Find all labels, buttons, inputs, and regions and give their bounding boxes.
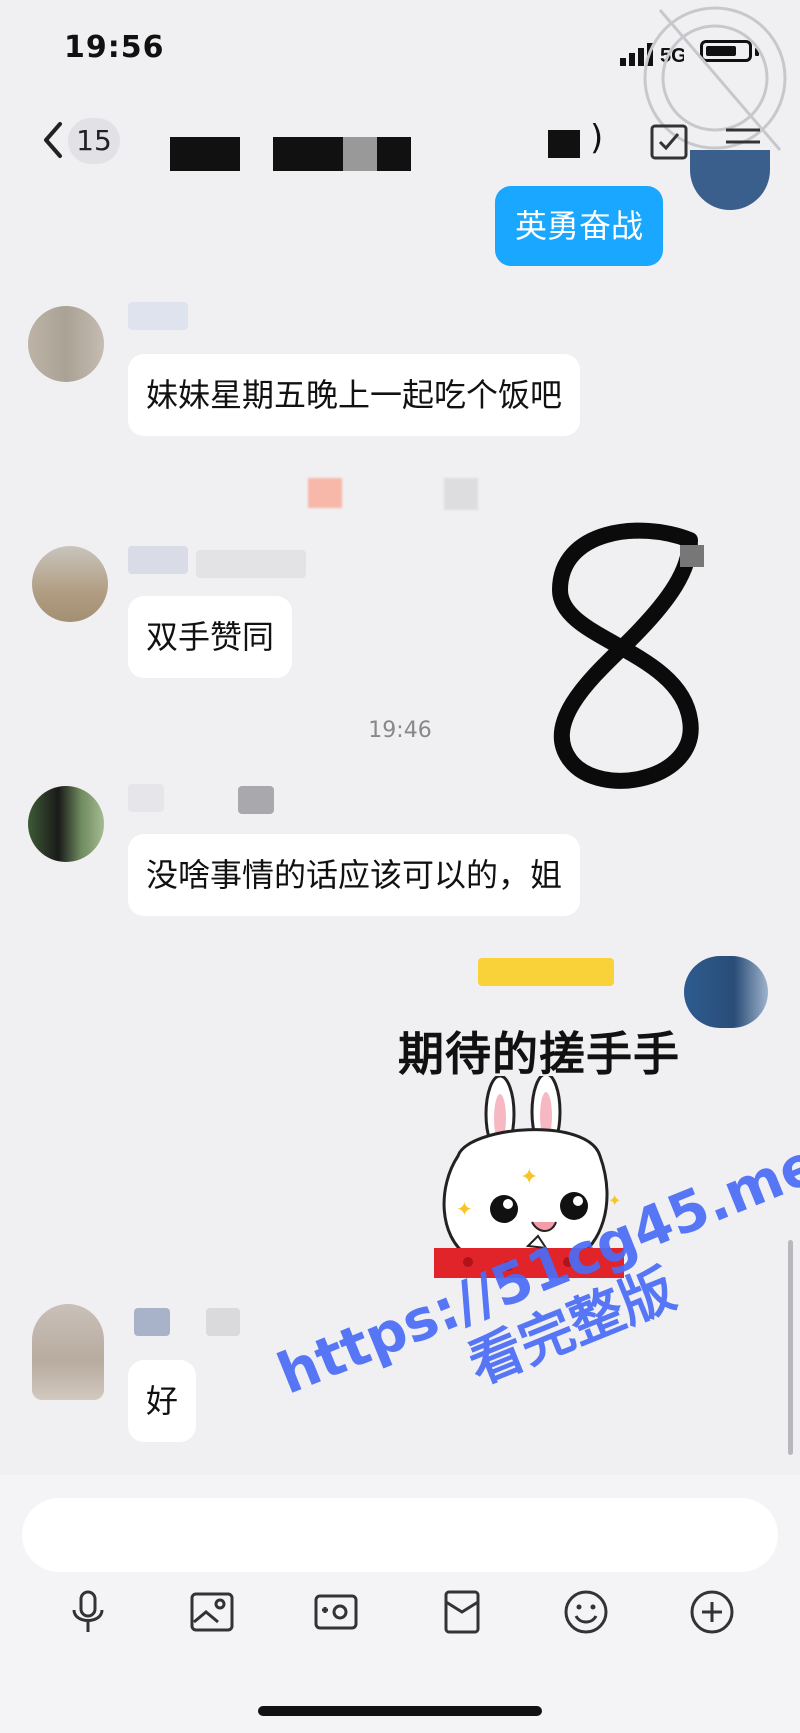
redacted-nickname <box>134 1308 170 1336</box>
handwritten-overlay <box>552 522 704 789</box>
avatar[interactable] <box>32 1304 104 1400</box>
redacted-nickname <box>128 784 164 812</box>
redacted-nickname <box>128 546 188 574</box>
back-chevron-icon[interactable] <box>38 118 68 162</box>
message-input[interactable] <box>22 1498 778 1572</box>
redacted-title-part <box>170 137 240 171</box>
redacted-title-part <box>377 137 411 171</box>
redacted-nickname <box>206 1308 240 1336</box>
redacted-title-part <box>548 130 580 158</box>
message-bubble-incoming[interactable]: 好 <box>128 1360 197 1442</box>
image-icon[interactable] <box>188 1588 236 1636</box>
svg-text:✦: ✦ <box>456 1197 473 1221</box>
message-bubble-outgoing[interactable]: 英勇奋战 <box>495 186 664 266</box>
avatar[interactable] <box>28 786 104 862</box>
chat-title-tail: ) <box>590 118 604 158</box>
timestamp: 19:46 <box>368 718 432 743</box>
plus-circle-icon[interactable] <box>688 1588 736 1636</box>
message-text: 双手赞同 <box>146 618 275 656</box>
avatar[interactable] <box>32 546 108 622</box>
home-indicator[interactable] <box>258 1706 542 1716</box>
message-text: 妹妹星期五晚上一起吃个饭吧 <box>146 376 563 414</box>
message-bubble-incoming[interactable]: 双手赞同 <box>128 596 293 678</box>
microphone-icon[interactable] <box>64 1588 112 1636</box>
message-bubble-incoming[interactable]: 妹妹星期五晚上一起吃个饭吧 <box>128 354 581 436</box>
message-text: 没啥事情的话应该可以的，姐 <box>146 856 563 894</box>
status-time: 19:56 <box>64 30 165 65</box>
red-envelope-icon[interactable] <box>438 1588 486 1636</box>
message-text: 英勇奋战 <box>515 207 644 245</box>
redacted-nickname <box>238 786 274 814</box>
unread-badge[interactable]: 15 <box>68 118 120 164</box>
redacted-nickname <box>196 550 306 578</box>
avatar-self[interactable] <box>684 956 768 1028</box>
sticker-caption: 期待的搓手手 <box>398 1027 680 1081</box>
message-text: 好 <box>146 1382 179 1420</box>
redacted-nickname <box>478 958 614 986</box>
redacted-title-part <box>273 137 343 171</box>
redacted-patch <box>444 478 478 510</box>
message-bubble-incoming[interactable]: 没啥事情的话应该可以的，姐 <box>128 834 581 916</box>
camera-icon[interactable] <box>312 1588 360 1636</box>
emoji-icon[interactable] <box>562 1588 610 1636</box>
redacted-patch <box>308 478 342 508</box>
phone-icon[interactable] <box>648 120 690 162</box>
avatar[interactable] <box>28 306 104 382</box>
redacted-nickname <box>128 302 188 330</box>
redacted-title-part <box>343 137 377 171</box>
svg-text:✦: ✦ <box>520 1165 538 1190</box>
avatar-self-top[interactable] <box>690 150 770 210</box>
handwritten-eight <box>552 522 699 789</box>
